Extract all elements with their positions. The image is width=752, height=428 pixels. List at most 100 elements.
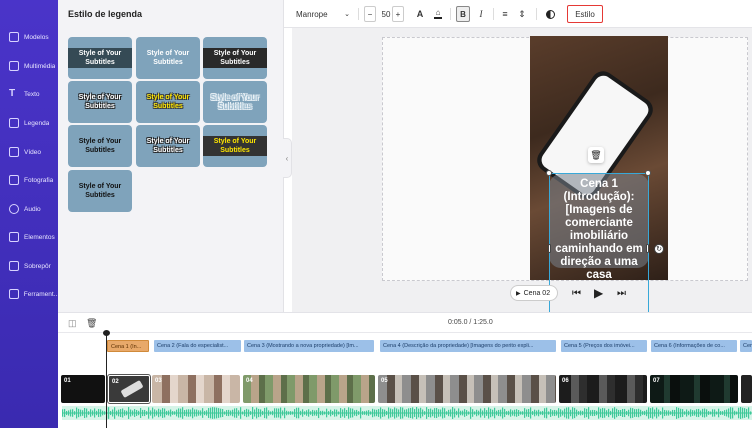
scene-label[interactable]: Cena 1 (In... [107,340,149,352]
font-select[interactable]: Manrope ⌄ [294,6,352,22]
style-tile[interactable]: Style of Your Subtitles [203,125,267,167]
scene-label[interactable]: Cena [740,340,752,352]
scene-selector[interactable]: ▶ Cena 02 [510,285,558,301]
trash-icon[interactable]: 🗑 [86,318,97,329]
clip-number: 04 [246,378,253,384]
sidebar: Modelos Multimédia T Texto Legenda Vídeo … [0,0,58,428]
sidebar-item-legenda[interactable]: Legenda [0,112,58,134]
sidebar-item-multimedia[interactable]: Multimédia [0,55,58,77]
sidebar-item-fotografia[interactable]: Fotografia [0,169,58,191]
sidebar-item-modelos[interactable]: Modelos [0,26,58,48]
divider [536,8,537,20]
sidebar-item-label: Elementos [24,233,55,241]
italic-icon: I [479,9,483,19]
resize-handle[interactable] [645,170,651,176]
resize-handle[interactable] [646,244,649,253]
resize-handle[interactable] [546,170,552,176]
playhead[interactable] [106,333,107,428]
canvas-area: 🗑 Cena 1 (Introdução): [Imagens de comer… [292,28,752,312]
style-tile-text: Style of Your Subtitles [210,93,260,111]
font-size-decrease-button[interactable]: − [364,6,376,22]
style-tile[interactable]: Style of Your Subtitles [203,37,267,79]
clip-number: 06 [562,378,569,384]
style-tile[interactable]: Style of Your Subtitles [68,81,132,123]
text-color-button[interactable]: A [414,6,426,22]
sidebar-item-video[interactable]: Vídeo [0,141,58,163]
delete-element-button[interactable]: 🗑 [588,147,604,163]
audio-icon [9,204,19,214]
collapse-panel-button[interactable]: ‹ [283,138,292,178]
clip-thumbnail[interactable]: 01 [61,375,105,403]
style-tile[interactable]: Style of Your Subtitles [203,81,267,123]
sidebar-item-elementos[interactable]: Elementos [0,226,58,248]
style-tile[interactable]: Style of Your Subtitles [136,81,200,123]
align-button[interactable]: ≡ [499,6,511,22]
clip-number: 02 [112,379,119,385]
playhead-knob[interactable] [103,330,110,336]
play-button[interactable]: ▶ [594,285,603,301]
scene-label[interactable]: Cena 3 (Mostrando a nova propriedade) [I… [244,340,374,352]
style-tile[interactable]: Style of Your Subtitles [136,125,200,167]
font-name: Manrope [296,9,328,19]
rotate-icon[interactable]: ↻ [654,244,664,254]
clip-thumbnail[interactable]: 04 [243,375,375,403]
sidebar-item-label: Sobrepôr [24,262,51,270]
style-tile-text: Style of Your Subtitles [78,138,122,154]
style-tile[interactable]: Style of Your Subtitles [136,37,200,79]
skip-forward-icon: ⏭ [617,287,626,299]
style-tile-text: Style of Your Subtitles [146,138,190,154]
style-button[interactable]: Estilo [567,5,603,23]
clip-thumbnail[interactable]: 05 [378,375,556,403]
font-size-text: 50 [381,9,391,19]
style-tile[interactable]: Style of Your Subtitles [68,37,132,79]
caption-text[interactable]: Cena 1 (Introdução): [Imagens de comerci… [550,178,648,282]
highlight-color-button[interactable]: ⌂ [432,6,444,22]
clip-thumbnail[interactable]: 02 [107,374,151,404]
plus-icon: + [395,9,401,19]
clip-thumbnail[interactable] [741,375,752,403]
photo-icon [9,175,19,185]
font-size-increase-button[interactable]: + [392,6,404,22]
clip-thumbnail[interactable]: 06 [559,375,647,403]
style-tile[interactable]: Style of Your Subtitles [68,170,132,212]
effects-button[interactable] [544,6,556,22]
divider [493,8,494,20]
style-tile-text: Style of Your Subtitles [203,48,267,68]
minus-icon: − [367,9,373,19]
sidebar-item-audio[interactable]: Áudio [0,198,58,220]
style-tile-text: Style of Your Subtitles [146,94,190,110]
scene-label[interactable]: Cena 6 (Informações de co... [651,340,737,352]
video-editor: Modelos Multimédia T Texto Legenda Vídeo … [0,0,752,428]
clip-thumbnail[interactable]: 03 [152,375,240,403]
text-toolbar: Manrope ⌄ − 50 + A ⌂ B I ≡ ⇕ Estilo [284,0,752,28]
scene-label[interactable]: Cena 4 (Descrição da propriedade) [Image… [380,340,556,352]
next-button[interactable]: ⏭ [617,285,626,301]
sidebar-item-label: Vídeo [24,148,41,156]
clip-number: 03 [155,378,162,384]
italic-button[interactable]: I [475,6,487,22]
previous-button[interactable]: ⏮ [572,285,581,301]
video-icon [9,147,19,157]
spacing-button[interactable]: ⇕ [516,6,528,22]
audio-waveform[interactable] [62,406,752,420]
clip-thumbnail[interactable]: 07 [650,375,738,403]
resize-handle[interactable] [548,244,551,253]
timeline: ◫ 🗑 0:05.0 / 1:25.0 Cena 1 (In... Cena 2… [58,312,752,428]
bold-icon: B [460,9,466,19]
panel-title: Estilo de legenda [68,9,143,19]
clip-number: 07 [653,378,660,384]
templates-icon [9,32,19,42]
chevron-down-icon: ⌄ [344,11,350,18]
bold-button[interactable]: B [456,6,470,22]
sidebar-item-ferramentas[interactable]: Ferrament... [0,283,58,305]
scene-label[interactable]: Cena 5 (Preços dos imóvei... [561,340,647,352]
clip-number: 05 [381,378,388,384]
style-tile[interactable]: Style of Your Subtitles [68,125,132,167]
sidebar-item-sobrepor[interactable]: Sobrepôr [0,255,58,277]
split-icon[interactable]: ◫ [68,318,77,329]
clip-number: 01 [64,378,71,384]
sidebar-item-label: Texto [24,90,40,98]
fill-color-icon: ⌂ [435,8,441,17]
sidebar-item-texto[interactable]: T Texto [0,83,58,105]
scene-label[interactable]: Cena 2 (Fala do especialist... [154,340,241,352]
